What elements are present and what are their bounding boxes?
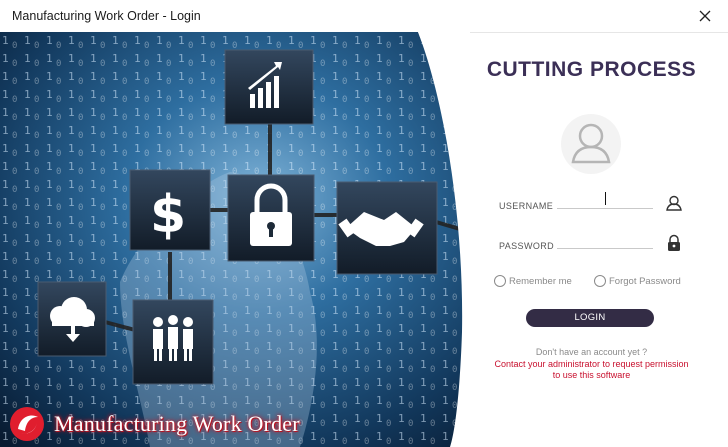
forgot-password-label: Forgot Password [609,275,681,287]
username-underline [557,208,653,209]
contact-admin-line-1: Contact your administrator to request pe… [494,359,689,369]
brand: Manufacturing Work Order [8,405,300,443]
password-underline [557,248,653,249]
brand-logo-icon [10,407,44,441]
forgot-password-option[interactable]: Forgot Password [594,275,681,287]
window-title: Manufacturing Work Order - Login [12,9,201,23]
text-caret [605,192,606,205]
title-bar: Manufacturing Work Order - Login [0,0,728,33]
remember-me-radio[interactable] [494,275,506,287]
login-panel: CUTTING PROCESS USERNAME PASSWORD Rememb… [455,32,728,447]
password-label: PASSWORD [499,241,555,251]
close-icon [699,10,711,22]
login-window: Manufacturing Work Order - Login 1 [0,0,728,447]
close-button[interactable] [682,0,728,32]
no-account-text: Don't have an account yet ? [535,347,648,357]
user-icon [666,195,682,211]
app-heading: CUTTING PROCESS [486,58,697,81]
login-button[interactable]: LOGIN [526,309,654,327]
lock-icon [668,234,680,251]
forgot-password-radio[interactable] [594,275,606,287]
brand-name: Manufacturing Work Order [54,411,300,436]
user-avatar-icon [561,114,621,174]
dollar-icon: $ [150,185,186,245]
remember-me-option[interactable]: Remember me [494,275,572,287]
username-label: USERNAME [499,201,554,211]
contact-admin-line-2: to use this software [552,370,631,380]
remember-me-label: Remember me [509,275,572,287]
hero-image: 1 0 $ [0,32,470,447]
